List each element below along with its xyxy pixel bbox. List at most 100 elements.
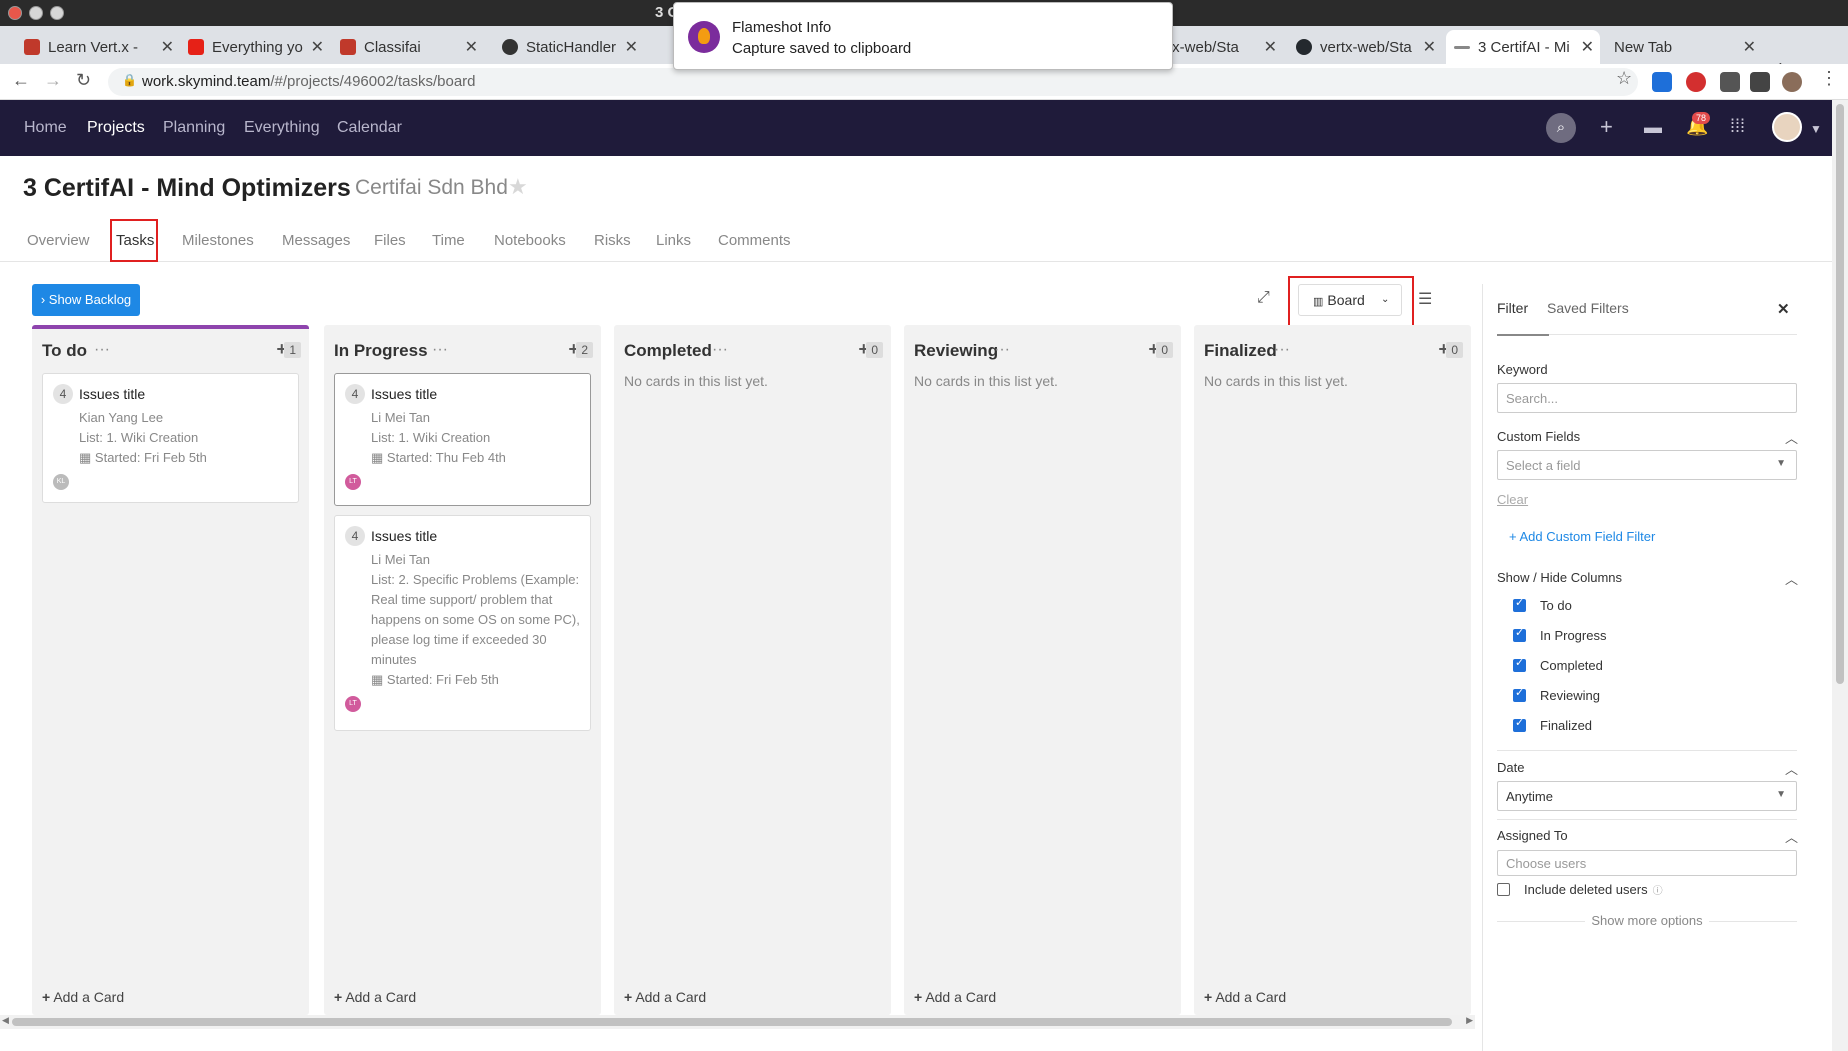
add-custom-field-filter-link[interactable]: + Add Custom Field Filter bbox=[1509, 529, 1655, 544]
column-menu-icon[interactable]: ··· bbox=[432, 341, 448, 359]
column-toggle-completed[interactable]: Completed bbox=[1513, 656, 1603, 673]
reload-icon[interactable]: ↻ bbox=[76, 70, 91, 91]
chevron-up-icon[interactable]: ︿ bbox=[1785, 569, 1798, 588]
tab-saved-filters[interactable]: Saved Filters bbox=[1547, 300, 1629, 316]
minimize-window-button[interactable] bbox=[29, 6, 43, 20]
date-select[interactable]: Anytime ▼ bbox=[1497, 781, 1797, 811]
browser-tab[interactable]: New Tab ✕ bbox=[1606, 30, 1762, 64]
column-toggle-reviewing[interactable]: Reviewing bbox=[1513, 686, 1600, 703]
url-field[interactable]: 🔒 work.skymind.team/#/projects/496002/ta… bbox=[108, 68, 1638, 96]
tab-messages[interactable]: Messages bbox=[282, 232, 350, 249]
tab-time[interactable]: Time bbox=[432, 232, 465, 249]
column-toggle-finalized[interactable]: Finalized bbox=[1513, 716, 1592, 733]
browser-tab[interactable]: Classifai ✕ bbox=[332, 30, 484, 64]
filter-icon[interactable]: ☰ bbox=[1418, 289, 1432, 309]
checkbox-unchecked-icon[interactable] bbox=[1497, 883, 1510, 896]
checkbox-checked-icon[interactable] bbox=[1513, 626, 1526, 642]
chevron-down-icon[interactable]: ▼ bbox=[1810, 122, 1822, 136]
scroll-right-icon[interactable]: ▶ bbox=[1466, 1015, 1473, 1026]
clear-link[interactable]: Clear bbox=[1497, 492, 1528, 507]
horizontal-scrollbar[interactable]: ◀ ▶ bbox=[0, 1015, 1475, 1029]
task-card[interactable]: 4 Issues title Kian Yang Lee List: 1. Wi… bbox=[42, 373, 299, 503]
close-icon[interactable]: ✕ bbox=[1743, 37, 1756, 57]
more-vert-icon[interactable]: ⋮ bbox=[1820, 68, 1838, 89]
close-window-button[interactable] bbox=[8, 6, 22, 20]
nav-everything[interactable]: Everything bbox=[244, 119, 320, 137]
task-card[interactable]: 4 Issues title Li Mei Tan List: 1. Wiki … bbox=[334, 373, 591, 506]
checkbox-checked-icon[interactable] bbox=[1513, 596, 1526, 612]
close-icon[interactable]: ✕ bbox=[311, 37, 324, 57]
keyword-search-input[interactable]: Search... bbox=[1497, 383, 1797, 413]
column-menu-icon[interactable]: ··· bbox=[994, 341, 1010, 359]
checkbox-checked-icon[interactable] bbox=[1513, 716, 1526, 732]
tab-links[interactable]: Links bbox=[656, 232, 691, 249]
close-icon[interactable]: ✕ bbox=[1581, 37, 1594, 57]
column-menu-icon[interactable]: ··· bbox=[712, 341, 728, 359]
maximize-window-button[interactable] bbox=[50, 6, 64, 20]
extension-icon[interactable] bbox=[1652, 72, 1672, 92]
fullscreen-icon[interactable]: ⤢ bbox=[1257, 289, 1270, 307]
chevron-up-icon[interactable]: ︿ bbox=[1785, 759, 1798, 778]
close-icon[interactable]: ✕ bbox=[625, 37, 638, 57]
extension-icon[interactable] bbox=[1686, 72, 1706, 92]
chevron-up-icon[interactable]: ︿ bbox=[1785, 428, 1798, 447]
browser-tab[interactable]: Everything yo ✕ bbox=[180, 30, 330, 64]
plus-icon[interactable]: + bbox=[1600, 114, 1613, 140]
tab-milestones[interactable]: Milestones bbox=[182, 232, 254, 249]
column-menu-icon[interactable]: ··· bbox=[1274, 341, 1290, 359]
scrollbar-thumb[interactable] bbox=[12, 1018, 1452, 1026]
nav-planning[interactable]: Planning bbox=[163, 119, 225, 137]
tab-overview[interactable]: Overview bbox=[27, 232, 90, 249]
choose-users-input[interactable]: Choose users bbox=[1497, 850, 1797, 876]
add-a-card-button[interactable]: + Add a Card bbox=[914, 989, 996, 1005]
search-icon[interactable]: ⌕ bbox=[1546, 113, 1576, 143]
chevron-up-icon[interactable]: ︿ bbox=[1785, 827, 1798, 846]
add-a-card-button[interactable]: + Add a Card bbox=[624, 989, 706, 1005]
include-deleted-users-checkbox[interactable]: Include deleted users ⓘ bbox=[1497, 882, 1663, 897]
tab-filter[interactable]: Filter bbox=[1497, 300, 1528, 316]
browser-tab[interactable]: vertx-web/Sta ✕ bbox=[1288, 30, 1442, 64]
tab-comments[interactable]: Comments bbox=[718, 232, 791, 249]
show-backlog-button[interactable]: › Show Backlog bbox=[32, 284, 140, 316]
close-icon[interactable]: ✕ bbox=[1264, 37, 1277, 57]
show-more-options-link[interactable]: Show more options bbox=[1497, 913, 1797, 928]
column-toggle-todo[interactable]: To do bbox=[1513, 596, 1572, 613]
column-toggle-in-progress[interactable]: In Progress bbox=[1513, 626, 1606, 643]
folder-icon[interactable]: ▬ bbox=[1644, 117, 1662, 138]
checkbox-checked-icon[interactable] bbox=[1513, 686, 1526, 702]
tab-notebooks[interactable]: Notebooks bbox=[494, 232, 566, 249]
checkbox-checked-icon[interactable] bbox=[1513, 656, 1526, 672]
user-avatar[interactable] bbox=[1772, 112, 1802, 142]
nav-home[interactable]: Home bbox=[24, 119, 67, 137]
task-card[interactable]: 4 Issues title Li Mei Tan List: 2. Speci… bbox=[334, 515, 591, 731]
back-arrow-icon[interactable]: ← bbox=[12, 70, 30, 91]
bookmark-star-icon[interactable]: ☆ bbox=[1616, 68, 1632, 89]
profile-avatar[interactable] bbox=[1782, 72, 1802, 92]
favorite-star-icon[interactable]: ★ bbox=[508, 174, 528, 200]
browser-tab[interactable]: StaticHandler ✕ bbox=[494, 30, 644, 64]
puzzle-icon[interactable] bbox=[1720, 72, 1740, 92]
browser-tab[interactable]: rtx-web/Sta ✕ bbox=[1163, 30, 1283, 64]
nav-projects[interactable]: Projects bbox=[87, 119, 145, 137]
close-icon[interactable]: ✕ bbox=[161, 37, 174, 57]
scroll-left-icon[interactable]: ◀ bbox=[2, 1015, 9, 1026]
media-icon[interactable] bbox=[1750, 72, 1770, 92]
tab-files[interactable]: Files bbox=[374, 232, 406, 249]
browser-tab-active[interactable]: 3 CertifAI - Mi ✕ bbox=[1446, 30, 1600, 64]
column-menu-icon[interactable]: ··· bbox=[94, 341, 110, 359]
close-icon[interactable]: ✕ bbox=[465, 37, 478, 57]
tab-risks[interactable]: Risks bbox=[594, 232, 631, 249]
close-icon[interactable]: ✕ bbox=[1423, 37, 1436, 57]
apps-grid-icon[interactable]: ⁞⁞⁞ bbox=[1730, 116, 1745, 137]
vertical-scrollbar[interactable] bbox=[1832, 100, 1848, 1051]
add-a-card-button[interactable]: + Add a Card bbox=[42, 989, 124, 1005]
scrollbar-thumb[interactable] bbox=[1836, 104, 1844, 684]
add-a-card-button[interactable]: + Add a Card bbox=[1204, 989, 1286, 1005]
add-a-card-button[interactable]: + Add a Card bbox=[334, 989, 416, 1005]
close-icon[interactable]: ✕ bbox=[1777, 300, 1790, 318]
custom-field-select[interactable]: Select a field ▼ bbox=[1497, 450, 1797, 480]
forward-arrow-icon[interactable]: → bbox=[44, 70, 62, 91]
checkbox-label: Completed bbox=[1540, 658, 1603, 673]
browser-tab[interactable]: Learn Vert.x - ✕ bbox=[16, 30, 180, 64]
nav-calendar[interactable]: Calendar bbox=[337, 119, 402, 137]
